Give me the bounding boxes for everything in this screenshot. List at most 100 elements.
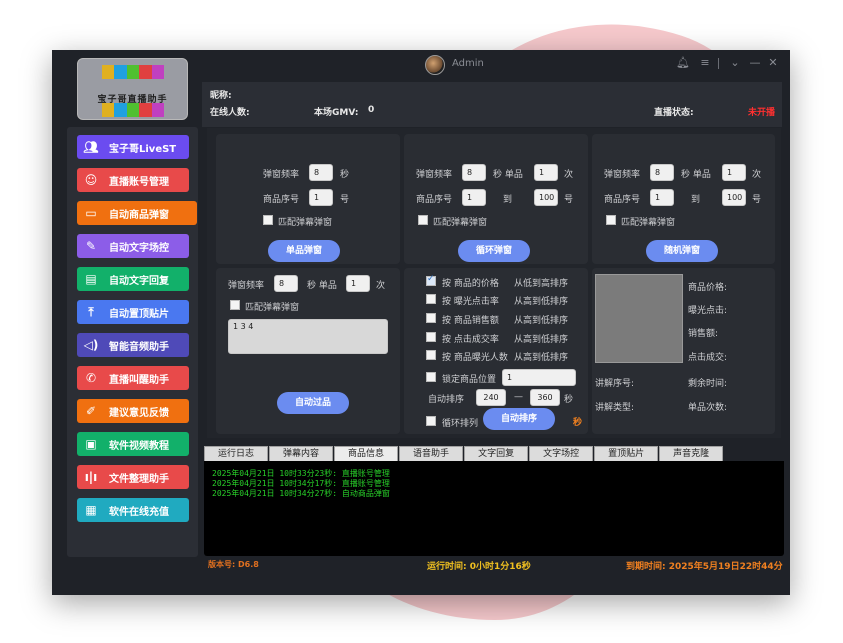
sort-option-checkbox[interactable] xyxy=(426,332,436,342)
exposure-label: 曝光点击: xyxy=(688,306,728,316)
range-dash: — xyxy=(514,392,523,402)
lock-position-checkbox[interactable] xyxy=(426,372,436,382)
sidebar-item-auto-reply[interactable]: ▤ 自动文字回复 xyxy=(77,267,189,291)
match-checkbox[interactable] xyxy=(230,300,240,310)
freq-input[interactable]: 8 xyxy=(274,275,298,292)
tab-voice-clone[interactable]: 声音克隆 xyxy=(659,446,724,462)
expire-label: 到期时间: 2025年5月19日22时44分 xyxy=(626,562,783,572)
log-tabs: 运行日志 弹幕内容 商品信息 语音助手 文字回复 文字场控 置顶贴片 声音克隆 xyxy=(204,446,724,462)
match-checkbox[interactable] xyxy=(606,215,616,225)
phone-icon: ✆ xyxy=(85,371,97,385)
tab-product-info[interactable]: 商品信息 xyxy=(334,446,399,462)
single-input[interactable]: 1 xyxy=(534,164,558,181)
edit-icon: ✐ xyxy=(85,404,97,418)
auto-sort-button[interactable]: 自动排序 xyxy=(483,408,555,430)
auto-pass-button[interactable]: 自动过品 xyxy=(277,392,349,414)
loop-popup-panel: 弹窗频率 8 秒 单品 1 次 商品序号 1 到 100 号 匹配弹幕弹窗 循环… xyxy=(404,134,588,264)
from-input[interactable]: 1 xyxy=(650,189,674,206)
sidebar-item-pin-top[interactable]: ⤒ 自动置顶贴片 xyxy=(77,300,189,324)
menu-icon[interactable]: ≡ xyxy=(699,57,711,69)
sidebar-item-tutorial[interactable]: ▣ 软件视频教程 xyxy=(77,432,189,456)
sec-unit: 秒 xyxy=(340,170,350,180)
loop-popup-button[interactable]: 循环弹窗 xyxy=(458,240,530,262)
chat-icon: ▤ xyxy=(85,272,97,286)
to-input[interactable]: 100 xyxy=(534,189,558,206)
log-console[interactable]: 2025年04月21日 10时33分23秒: 直播账号管理 2025年04月21… xyxy=(204,461,784,556)
monitor-icon: ▣ xyxy=(85,437,97,451)
match-checkbox[interactable] xyxy=(263,215,273,225)
seq-label: 讲解序号: xyxy=(595,379,635,389)
single-popup-button[interactable]: 单品弹窗 xyxy=(268,240,340,262)
document-icon: ▦ xyxy=(85,503,97,517)
freq-input[interactable]: 8 xyxy=(462,164,486,181)
match-label: 匹配弹幕弹窗 xyxy=(433,218,488,228)
sales-label: 销售额: xyxy=(688,329,719,339)
sidebar-item-feedback[interactable]: ✐ 建议意见反馈 xyxy=(77,399,189,423)
random-popup-button[interactable]: 随机弹窗 xyxy=(646,240,718,262)
tab-danmaku[interactable]: 弹幕内容 xyxy=(269,446,334,462)
remain-label: 剩余时间: xyxy=(688,379,728,389)
sidebar-item-livest[interactable]: 👥︎ 宝子哥LiveST xyxy=(77,135,189,159)
hao-unit: 号 xyxy=(752,195,762,205)
live-info-bar: 昵称: 在线人数: 本场GMV: 0 直播状态: 未开播 xyxy=(202,82,782,127)
user-avatar[interactable] xyxy=(425,55,445,75)
sidebar-item-text-control[interactable]: ✎ 自动文字场控 xyxy=(77,234,189,258)
from-input[interactable]: 1 xyxy=(462,189,486,206)
sort-option-order: 从高到低排序 xyxy=(514,353,569,363)
sort-max-input[interactable]: 360 xyxy=(530,389,560,406)
sort-sec-indicator: 秒 xyxy=(573,418,583,428)
tab-pin-top[interactable]: 置顶贴片 xyxy=(594,446,659,462)
sort-option-label: 按 点击成交率 xyxy=(442,335,499,345)
sort-option-label: 按 曝光点击率 xyxy=(442,297,499,307)
tab-voice[interactable]: 语音助手 xyxy=(399,446,464,462)
random-popup-panel: 弹窗频率 8 秒 单品 1 次 商品序号 1 到 100 号 匹配弹幕弹窗 随机… xyxy=(592,134,775,264)
freq-label: 弹窗频率 xyxy=(263,170,300,180)
online-count-label: 在线人数: xyxy=(210,108,250,118)
lock-position-label: 锁定商品位置 xyxy=(442,375,497,385)
sort-option-order: 从低到高排序 xyxy=(514,279,569,289)
keywords-textarea[interactable]: 1 3 4 xyxy=(228,319,388,354)
single-popup-panel: 弹窗频率 8 秒 商品序号 1 号 匹配弹幕弹窗 单品弹窗 xyxy=(216,134,400,264)
sort-min-input[interactable]: 240 xyxy=(476,389,506,406)
close-icon[interactable]: ✕ xyxy=(767,57,779,69)
loop-sort-checkbox[interactable] xyxy=(426,416,436,426)
bell-icon[interactable]: 🔔︎ xyxy=(676,57,690,69)
loop-sort-label: 循环排列 xyxy=(442,419,479,429)
conversion-label: 点击成交: xyxy=(688,353,728,363)
lock-position-input[interactable]: 1 xyxy=(502,369,576,386)
freq-label: 弹窗频率 xyxy=(604,170,641,180)
freq-input[interactable]: 8 xyxy=(309,164,333,181)
item-input[interactable]: 1 xyxy=(309,189,333,206)
single-input[interactable]: 1 xyxy=(722,164,746,181)
sec-single-label: 秒 单品 xyxy=(681,170,711,180)
app-logo: 宝子哥直播助手 xyxy=(77,58,188,120)
sidebar-item-account[interactable]: ☺ 直播账号管理 xyxy=(77,168,189,192)
sidebar-item-wakeup[interactable]: ✆ 直播叫醒助手 xyxy=(77,366,189,390)
sec-unit: 秒 xyxy=(564,395,574,405)
sidebar-item-product-popup[interactable]: ▭ 自动商品弹窗 xyxy=(77,201,197,225)
freq-input[interactable]: 8 xyxy=(650,164,674,181)
sort-option-order: 从高到低排序 xyxy=(514,316,569,326)
auto-sort-label: 自动排序 xyxy=(428,395,465,405)
sort-option-checkbox[interactable] xyxy=(426,274,436,286)
sort-option-checkbox[interactable] xyxy=(426,294,436,304)
match-checkbox[interactable] xyxy=(418,215,428,225)
sidebar-item-audio[interactable]: ◁) 智能音频助手 xyxy=(77,333,189,357)
sort-option-label: 按 商品的价格 xyxy=(442,279,499,289)
sort-option-checkbox[interactable] xyxy=(426,350,436,360)
users-icon: 👥︎ xyxy=(83,140,99,154)
pin-top-icon: ⤒ xyxy=(88,304,94,319)
minimize-icon[interactable]: — xyxy=(749,57,761,69)
single-input[interactable]: 1 xyxy=(346,275,370,292)
tab-text-control[interactable]: 文字场控 xyxy=(529,446,594,462)
live-status-value: 未开播 xyxy=(748,108,776,118)
sort-option-label: 按 商品销售额 xyxy=(442,316,499,326)
tab-text-reply[interactable]: 文字回复 xyxy=(464,446,529,462)
sort-option-checkbox[interactable] xyxy=(426,313,436,323)
chevron-down-icon[interactable]: ⌄ xyxy=(729,57,741,69)
sec-single-label: 秒 单品 xyxy=(307,281,337,291)
tab-run-log[interactable]: 运行日志 xyxy=(204,446,269,462)
sidebar-item-files[interactable]: ı|ı 文件整理助手 xyxy=(77,465,189,489)
to-input[interactable]: 100 xyxy=(722,189,746,206)
sidebar-item-recharge[interactable]: ▦ 软件在线充值 xyxy=(77,498,189,522)
